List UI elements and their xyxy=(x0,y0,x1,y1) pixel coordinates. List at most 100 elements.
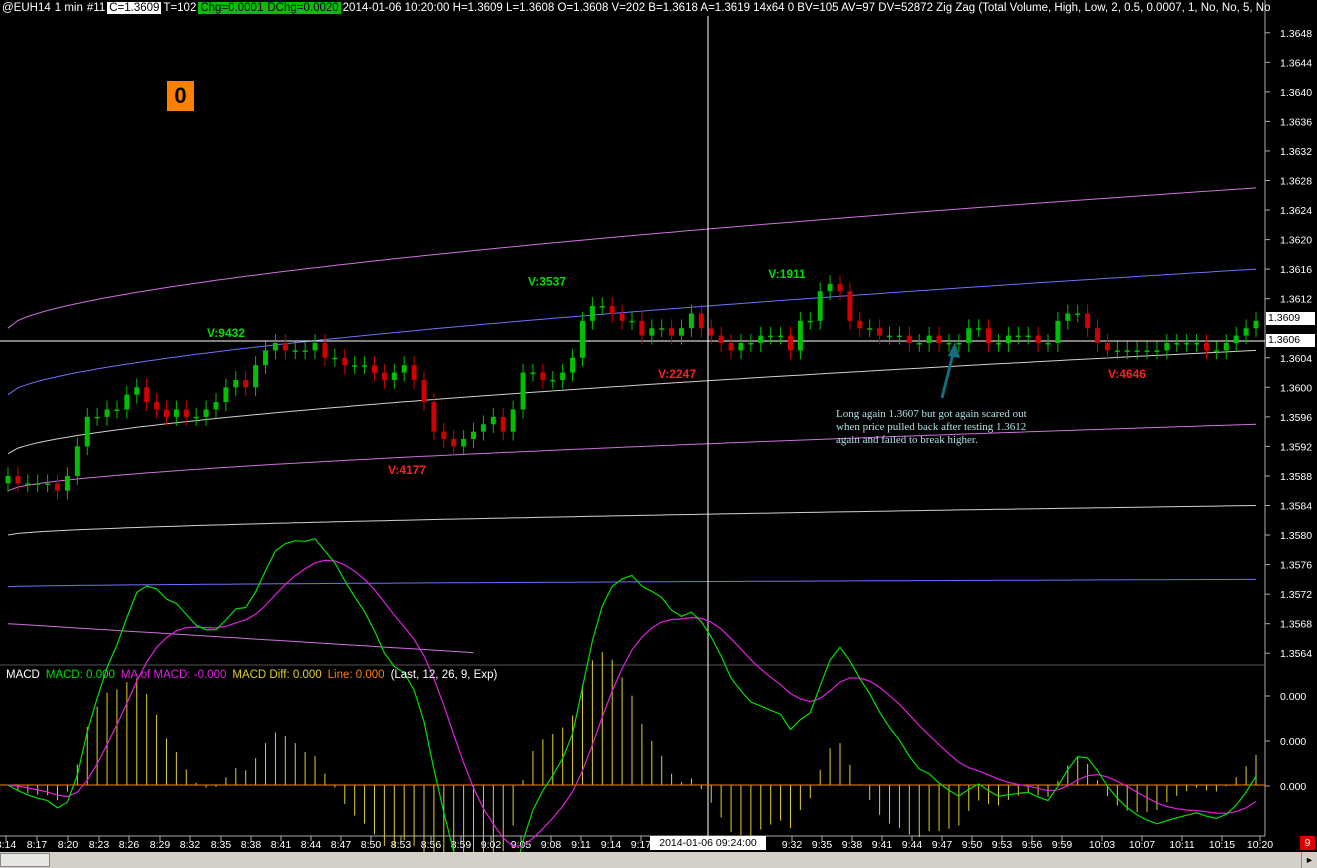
candle-body xyxy=(896,335,902,338)
y-tick-label: 1.3568 xyxy=(1280,619,1312,631)
candle-body xyxy=(827,283,833,292)
x-tick-label: 8:44 xyxy=(301,839,322,851)
candle-body xyxy=(1184,343,1190,345)
macd-line xyxy=(7,538,1257,852)
candle-body xyxy=(302,350,308,352)
x-tick-label: 10:07 xyxy=(1129,839,1155,851)
candle-body xyxy=(461,439,467,447)
candle-body xyxy=(867,328,873,330)
candle-body xyxy=(986,328,992,343)
interval-label: 1 min xyxy=(54,2,83,14)
candle-body xyxy=(1065,313,1071,321)
candle-body xyxy=(183,409,189,417)
macd-line-value: Line: 0.000 xyxy=(327,669,385,681)
candle-body xyxy=(718,335,724,343)
candle-body xyxy=(649,328,655,336)
y-tick-label: 1.3580 xyxy=(1280,530,1312,542)
x-tick-label: 8:38 xyxy=(241,839,262,851)
candle-body xyxy=(154,402,160,410)
lower-band-1 xyxy=(7,423,1257,492)
time-scrollbar[interactable]: ► xyxy=(0,852,1317,868)
candle-body xyxy=(243,379,249,388)
y-tick-label: 1.3644 xyxy=(1280,57,1312,69)
candle-body xyxy=(352,365,358,367)
candle-body xyxy=(1095,328,1101,343)
candle-body xyxy=(679,328,685,336)
y-tick-label: 1.3596 xyxy=(1280,412,1312,424)
x-tick-label: 9:41 xyxy=(872,839,893,851)
close-value: C=1.3609 xyxy=(107,2,162,14)
macd-ma-value: MA of MACD: -0.000 xyxy=(120,669,227,681)
scroll-right-icon[interactable]: ► xyxy=(1301,852,1317,868)
candle-body xyxy=(1005,335,1011,343)
candle-body xyxy=(669,328,675,336)
x-tick-label: 8:50 xyxy=(361,839,382,851)
macd-value: MACD: 0.000 xyxy=(45,669,115,681)
candle-body xyxy=(1085,313,1091,329)
x-tick-label: 9:50 xyxy=(962,839,983,851)
candle-body xyxy=(1213,350,1219,352)
x-tick-label: 9:08 xyxy=(541,839,562,851)
candle-body xyxy=(193,416,199,419)
candle-body xyxy=(342,357,348,366)
x-tick-label: 9:38 xyxy=(842,839,863,851)
candle-body xyxy=(15,475,21,484)
candle-body xyxy=(500,416,506,432)
x-tick-label: 8:32 xyxy=(180,839,201,851)
x-tick-label: 10:03 xyxy=(1089,839,1115,851)
candle-body xyxy=(946,343,952,345)
candle-body xyxy=(609,306,615,314)
y-tick-label: 1.3576 xyxy=(1280,560,1312,572)
candle-body xyxy=(35,483,41,485)
x-tick-label: 8:47 xyxy=(331,839,352,851)
y-tick-label: 1.3572 xyxy=(1280,589,1312,601)
zigzag-label: V:4646 xyxy=(1108,367,1146,381)
candle-body xyxy=(708,328,714,336)
candle-body xyxy=(272,343,278,351)
chart-header: @EUH14 1 min #11 C=1.3609 T=102 Chg=0.0001 DCh… xyxy=(0,0,1270,16)
y-tick-label: 1.3564 xyxy=(1280,648,1312,660)
x-tick-label: 9:59 xyxy=(1052,839,1073,851)
y-tick-label: 1.3600 xyxy=(1280,382,1312,394)
x-tick-label: 9:53 xyxy=(992,839,1013,851)
candle-body xyxy=(213,402,219,410)
candle-body xyxy=(134,387,140,395)
candle-body xyxy=(144,387,150,403)
annotation-arrow xyxy=(940,349,956,399)
candle-body xyxy=(25,483,31,485)
daily-change-value: DChg=0.0020 xyxy=(265,2,341,14)
candle-body xyxy=(540,372,546,380)
price-chart[interactable]: 1.3648 1.3644 1.3640 1.3636 1.3632 1.3628 1.36… xyxy=(0,0,1317,852)
candle-body xyxy=(1203,343,1209,351)
macd-y-label: 0.000 xyxy=(1280,781,1306,793)
x-tick-label: 8:17 xyxy=(27,839,48,851)
candle-body xyxy=(64,475,70,491)
candle-body xyxy=(1114,350,1120,352)
zigzag-label: V:9432 xyxy=(207,326,245,340)
x-tick-label: 10:11 xyxy=(1169,839,1195,851)
change-value: Chg=0.0001 xyxy=(198,2,266,14)
candle-body xyxy=(55,483,61,491)
x-tick-label: 9:35 xyxy=(812,839,833,851)
zigzag-label: V:3537 xyxy=(528,274,566,288)
candle-body xyxy=(451,439,457,447)
candle-body xyxy=(698,313,704,329)
candle-body xyxy=(322,343,328,358)
candle-body xyxy=(163,409,169,417)
candle-body xyxy=(1015,335,1021,338)
y-tick-label: 1.3636 xyxy=(1280,116,1312,128)
candle-body xyxy=(1243,328,1249,336)
scrollbar-thumb[interactable] xyxy=(0,853,50,867)
candle-body xyxy=(1035,335,1041,343)
candle-body xyxy=(589,306,595,321)
y-tick-label: 1.3632 xyxy=(1280,146,1312,158)
candle-body xyxy=(629,320,635,323)
candle-body xyxy=(1223,343,1229,351)
candle-body xyxy=(1253,320,1259,329)
candle-body xyxy=(471,431,477,440)
candle-body xyxy=(441,431,447,440)
x-tick-label: 8:26 xyxy=(119,839,140,851)
candle-body xyxy=(332,357,338,360)
candle-body xyxy=(1045,343,1051,345)
ticks-value: T=102 xyxy=(163,2,197,14)
